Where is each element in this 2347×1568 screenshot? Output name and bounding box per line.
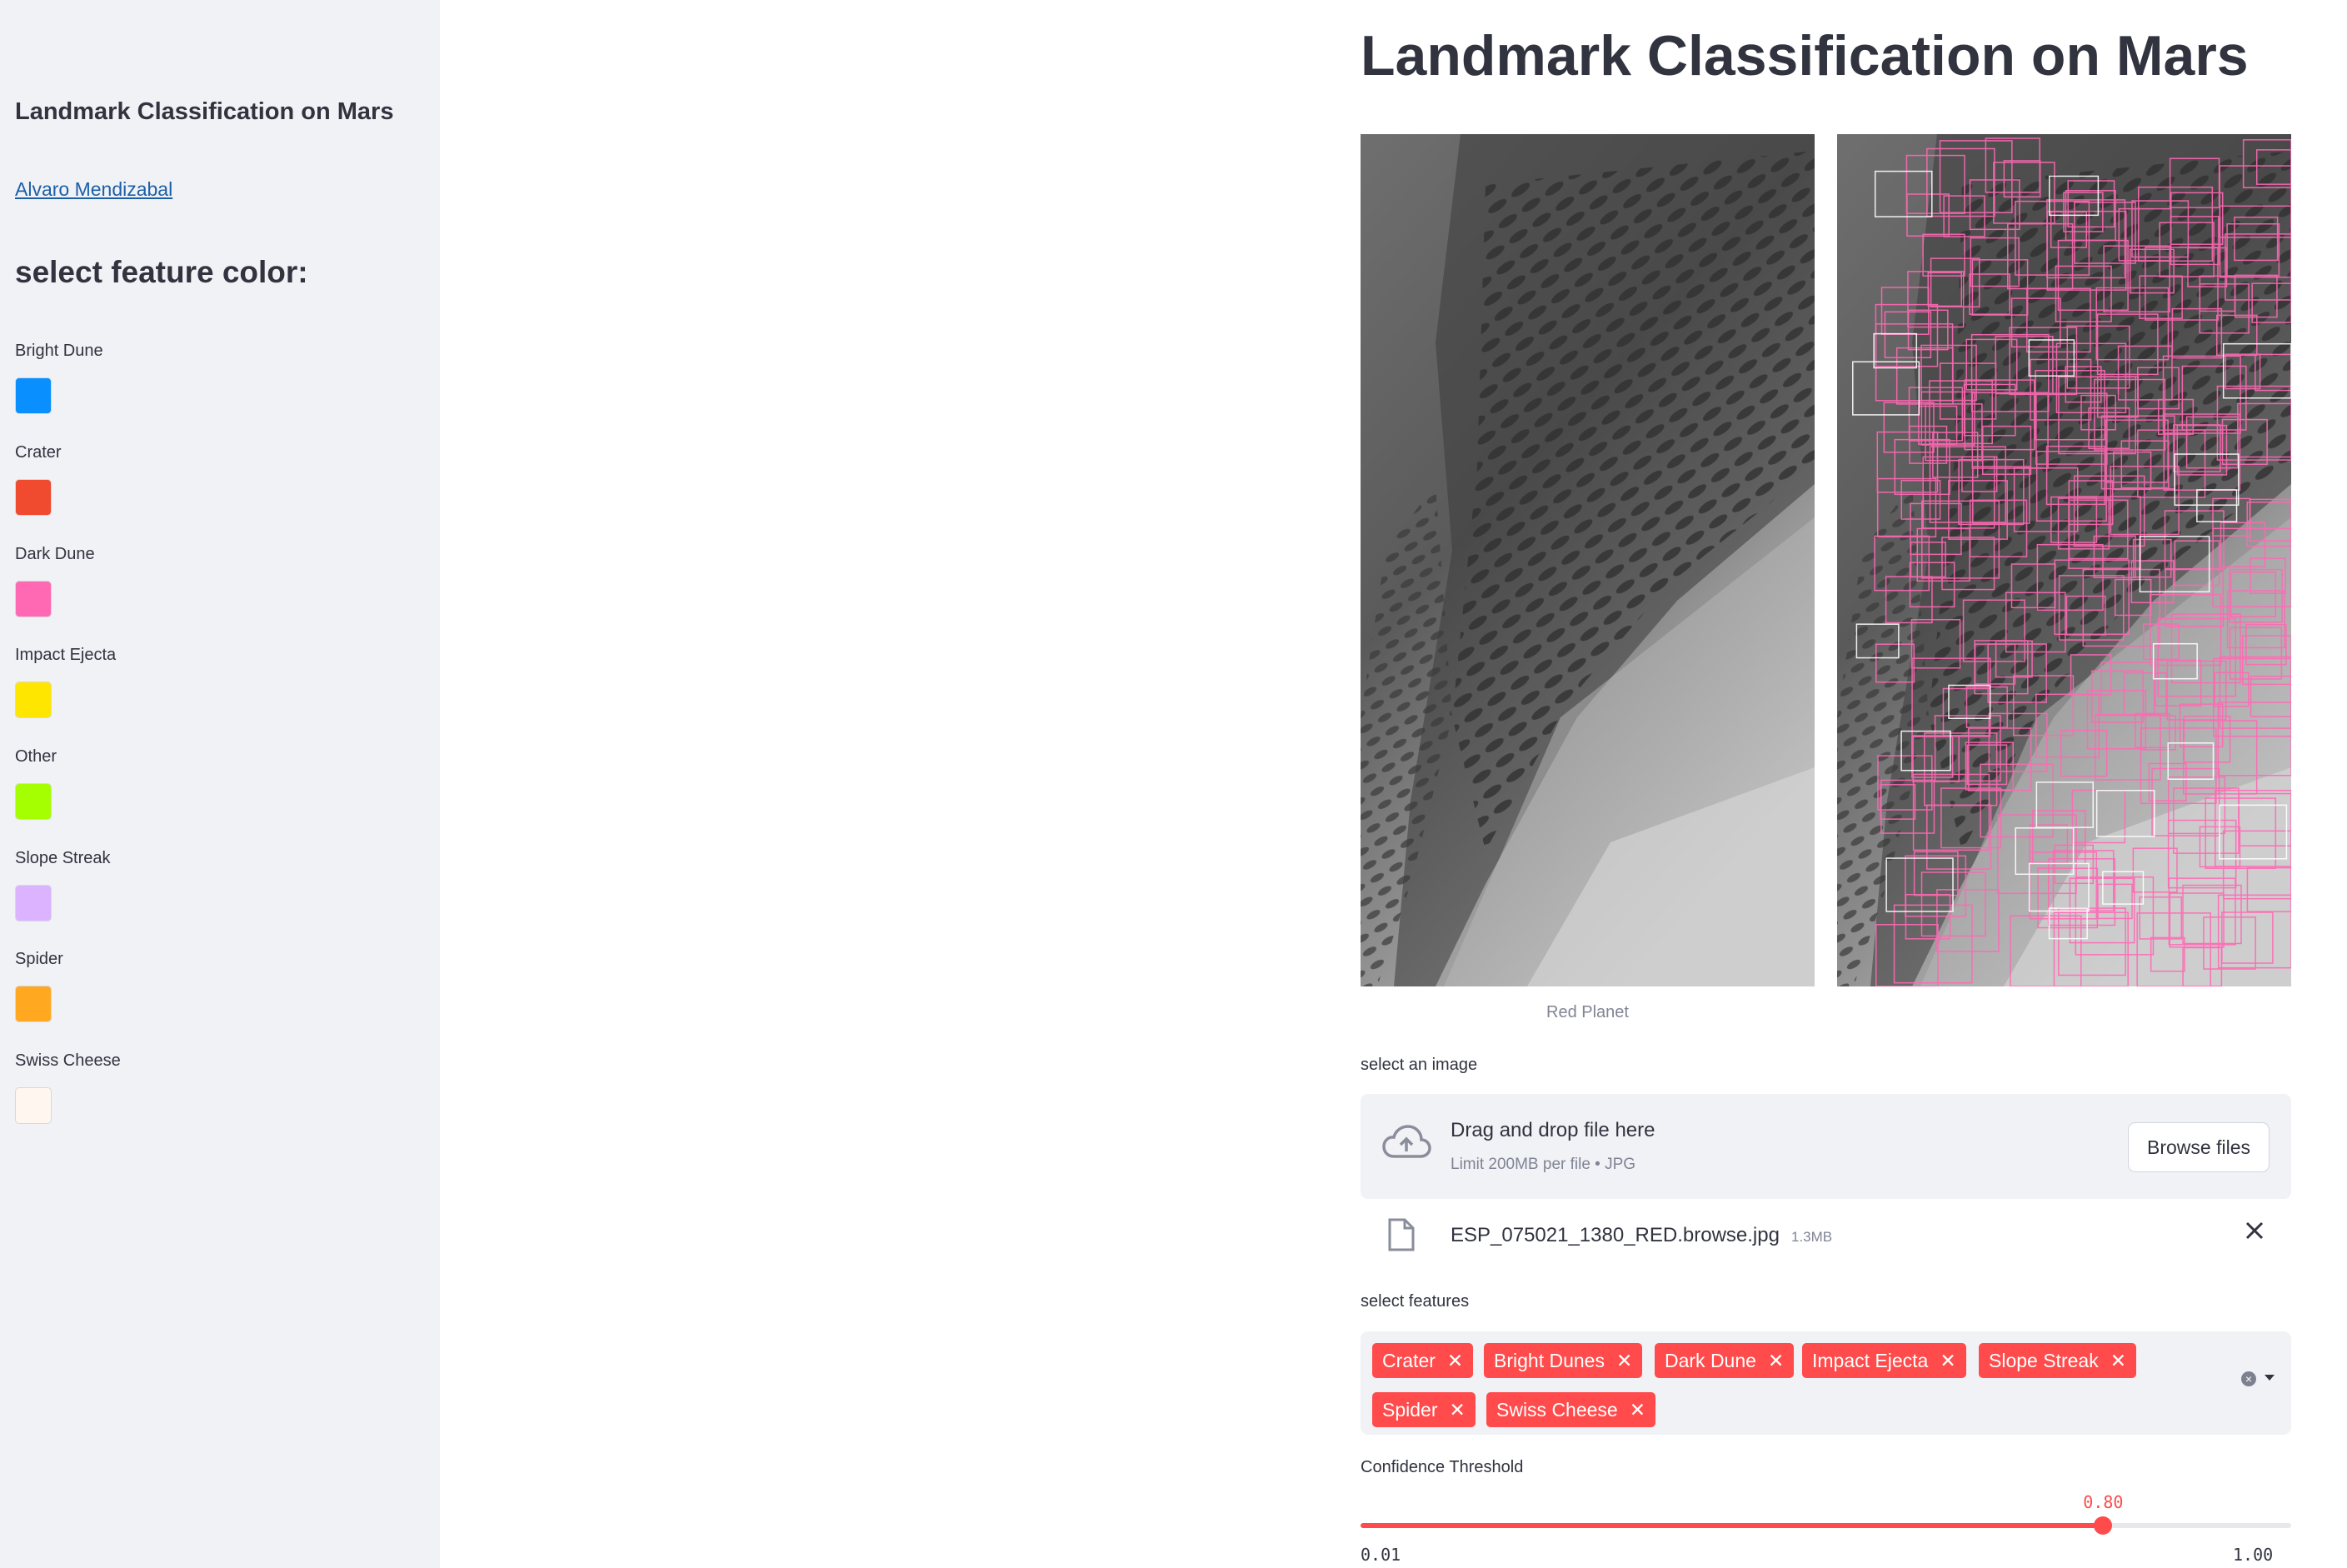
color-picker-impact-ejecta[interactable] bbox=[15, 682, 52, 718]
color-label-swiss-cheese: Swiss Cheese bbox=[15, 1051, 121, 1070]
color-label-slope-streak: Slope Streak bbox=[15, 849, 111, 867]
color-picker-dark-dune[interactable] bbox=[15, 581, 52, 617]
color-picker-slope-streak[interactable] bbox=[15, 885, 52, 921]
color-label-spider: Spider bbox=[15, 950, 63, 968]
author-link[interactable]: Alvaro Mendizabal bbox=[15, 178, 172, 201]
color-heading: select feature color: bbox=[15, 255, 308, 289]
feature-tag-label: Impact Ejecta bbox=[1812, 1350, 1929, 1371]
slider-fill bbox=[1361, 1523, 2104, 1528]
features-multiselect[interactable]: Crater ✕ Bright Dunes ✕ Dark Dune ✕ Impact Eje… bbox=[1361, 1331, 2291, 1435]
annotated-mars-image bbox=[1837, 134, 2291, 986]
sidebar-title: Landmark Classification on Mars bbox=[15, 98, 394, 125]
slider-thumb[interactable] bbox=[2094, 1516, 2113, 1535]
uploaded-file-name: ESP_075021_1380_RED.browse.jpg bbox=[1451, 1224, 1780, 1246]
color-label-crater: Crater bbox=[15, 443, 62, 462]
feature-tag-swiss-cheese: Swiss Cheese ✕ bbox=[1486, 1392, 1656, 1427]
feature-tag-impact-ejecta: Impact Ejecta ✕ bbox=[1802, 1343, 1966, 1378]
feature-tag-label: Slope Streak bbox=[1989, 1350, 2099, 1371]
remove-tag-close-icon[interactable]: ✕ bbox=[2110, 1350, 2126, 1371]
color-picker-other[interactable] bbox=[15, 783, 52, 820]
sidebar: Landmark Classification on Mars Alvaro M… bbox=[0, 0, 440, 1568]
features-label: select features bbox=[1361, 1292, 1470, 1311]
feature-tag-slope-streak: Slope Streak ✕ bbox=[1979, 1343, 2136, 1378]
color-picker-crater[interactable] bbox=[15, 479, 52, 516]
color-label-impact-ejecta: Impact Ejecta bbox=[15, 646, 117, 664]
dropzone-limit: Limit 200MB per file • JPG bbox=[1451, 1156, 1636, 1173]
confidence-slider[interactable] bbox=[1361, 1516, 2291, 1535]
remove-tag-close-icon[interactable]: ✕ bbox=[1616, 1350, 1632, 1371]
feature-tag-spider: Spider ✕ bbox=[1372, 1392, 1476, 1427]
color-label-dark-dune: Dark Dune bbox=[15, 545, 95, 563]
browse-files-button[interactable]: Browse files bbox=[2128, 1122, 2270, 1172]
color-label-bright-dune: Bright Dune bbox=[15, 342, 103, 360]
feature-tag-label: Crater bbox=[1382, 1350, 1436, 1371]
remove-tag-close-icon[interactable]: ✕ bbox=[1447, 1350, 1463, 1371]
uploader-label: select an image bbox=[1361, 1056, 1478, 1074]
remove-tag-close-icon[interactable]: ✕ bbox=[1449, 1399, 1465, 1421]
color-picker-spider[interactable] bbox=[15, 986, 52, 1022]
remove-file-close-icon[interactable] bbox=[2241, 1217, 2268, 1244]
feature-tag-label: Dark Dune bbox=[1665, 1350, 1756, 1371]
file-icon bbox=[1388, 1218, 1415, 1251]
dropzone-text: Drag and drop file here bbox=[1451, 1119, 1655, 1141]
feature-tag-label: Bright Dunes bbox=[1494, 1350, 1605, 1371]
confidence-label: Confidence Threshold bbox=[1361, 1458, 1524, 1476]
remove-tag-close-icon[interactable]: ✕ bbox=[1940, 1350, 1955, 1371]
image-caption: Red Planet bbox=[1546, 1003, 1629, 1021]
cloud-upload-icon bbox=[1382, 1125, 1431, 1158]
slider-min: 0.01 bbox=[1361, 1545, 1401, 1565]
remove-tag-close-icon[interactable]: ✕ bbox=[1630, 1399, 1645, 1421]
feature-tag-label: Spider bbox=[1382, 1399, 1438, 1421]
clear-all-icon[interactable]: × bbox=[2241, 1371, 2256, 1386]
remove-tag-close-icon[interactable]: ✕ bbox=[1768, 1350, 1784, 1371]
page-title: Landmark Classification on Mars bbox=[1361, 24, 2249, 87]
slider-value: 0.80 bbox=[2083, 1492, 2124, 1512]
feature-tag-bright-dunes: Bright Dunes ✕ bbox=[1484, 1343, 1643, 1378]
feature-tag-dark-dune: Dark Dune ✕ bbox=[1655, 1343, 1795, 1378]
slider-max: 1.00 bbox=[2233, 1545, 2274, 1565]
uploaded-file-size: 1.3MB bbox=[1791, 1229, 1833, 1245]
original-mars-image bbox=[1361, 134, 1815, 986]
feature-tag-crater: Crater ✕ bbox=[1372, 1343, 1474, 1378]
color-picker-bright-dune[interactable] bbox=[15, 377, 52, 414]
chevron-down-icon[interactable] bbox=[2265, 1375, 2275, 1381]
uploaded-file-row: ESP_075021_1380_RED.browse.jpg 1.3MB bbox=[1361, 1204, 2291, 1266]
color-picker-swiss-cheese[interactable] bbox=[15, 1087, 52, 1124]
feature-tag-label: Swiss Cheese bbox=[1496, 1399, 1618, 1421]
color-label-other: Other bbox=[15, 747, 57, 766]
file-dropzone[interactable]: Drag and drop file here Limit 200MB per … bbox=[1361, 1094, 2291, 1199]
